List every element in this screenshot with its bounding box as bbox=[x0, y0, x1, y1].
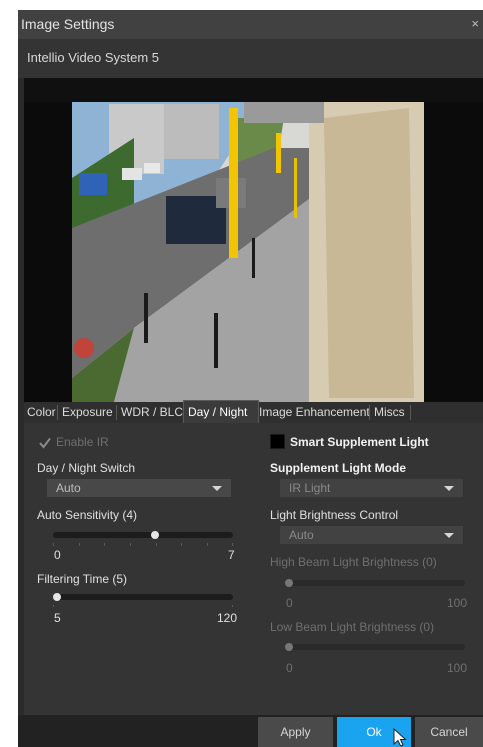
low-beam-min: 0 bbox=[286, 661, 293, 675]
filtering-time-slider[interactable] bbox=[53, 593, 233, 601]
auto-sensitivity-label: Auto Sensitivity (4) bbox=[37, 508, 138, 522]
chevron-down-icon bbox=[212, 486, 222, 491]
filtering-time-thumb[interactable] bbox=[53, 593, 61, 601]
filtering-time-min: 5 bbox=[54, 611, 61, 625]
camera-preview bbox=[24, 78, 483, 407]
day-night-switch-value: Auto bbox=[56, 481, 81, 495]
high-beam-max: 100 bbox=[447, 596, 468, 610]
filtering-time-label: Filtering Time (5) bbox=[37, 572, 128, 586]
tab-color[interactable]: Color bbox=[27, 402, 56, 423]
auto-sensitivity-max: 7 bbox=[228, 548, 235, 562]
supplement-mode-value: IR Light bbox=[289, 481, 331, 495]
tab-exposure[interactable]: Exposure bbox=[62, 402, 113, 423]
supplement-mode-label: Supplement Light Mode bbox=[270, 461, 406, 475]
filtering-time-max: 120 bbox=[217, 611, 238, 625]
auto-sensitivity-ticks bbox=[53, 543, 233, 551]
smart-supplement-label: Smart Supplement Light bbox=[290, 435, 429, 449]
mouse-pointer-icon bbox=[393, 728, 407, 747]
tab-image-enhancement[interactable]: Image Enhancement bbox=[259, 402, 370, 423]
tab-separator bbox=[116, 405, 117, 420]
high-beam-label: High Beam Light Brightness (0) bbox=[270, 555, 437, 569]
cancel-button[interactable]: Cancel bbox=[415, 717, 483, 747]
filtering-time-ticks bbox=[53, 605, 233, 613]
tab-separator bbox=[410, 405, 411, 420]
low-beam-slider[interactable] bbox=[285, 643, 465, 651]
day-night-switch-select[interactable]: Auto bbox=[47, 479, 231, 497]
low-beam-max: 100 bbox=[447, 661, 468, 675]
chevron-down-icon bbox=[444, 486, 454, 491]
tab-miscs[interactable]: Miscs bbox=[374, 402, 405, 423]
tab-separator bbox=[369, 405, 370, 420]
device-header: Intellio Video System 5 bbox=[18, 39, 483, 78]
brightness-control-select[interactable]: Auto bbox=[280, 526, 463, 544]
low-beam-label: Low Beam Light Brightness (0) bbox=[270, 620, 435, 634]
tab-separator bbox=[57, 405, 58, 420]
brightness-control-value: Auto bbox=[289, 528, 314, 542]
tab-wdr-blc[interactable]: WDR / BLC bbox=[121, 402, 183, 423]
enable-ir-label: Enable IR bbox=[56, 435, 109, 449]
title-bar[interactable]: Image Settings × bbox=[18, 10, 483, 39]
tab-day-night[interactable]: Day / Night bbox=[183, 400, 259, 424]
apply-button[interactable]: Apply bbox=[258, 717, 333, 747]
settings-tabs: Color Exposure WDR / BLC Day / Night Ima… bbox=[24, 400, 483, 424]
high-beam-slider[interactable] bbox=[285, 579, 465, 587]
brightness-control-label: Light Brightness Control bbox=[270, 508, 399, 522]
auto-sensitivity-thumb[interactable] bbox=[151, 531, 160, 539]
smart-supplement-checkbox[interactable] bbox=[270, 434, 285, 449]
high-beam-thumb[interactable] bbox=[285, 579, 293, 587]
low-beam-thumb[interactable] bbox=[285, 643, 293, 651]
supplement-mode-select[interactable]: IR Light bbox=[280, 479, 463, 497]
dialog-footer bbox=[18, 715, 483, 747]
chevron-down-icon bbox=[444, 533, 454, 538]
image-settings-dialog: Image Settings × Intellio Video System 5 bbox=[18, 10, 483, 747]
device-name: Intellio Video System 5 bbox=[27, 50, 159, 65]
camera-preview-image bbox=[24, 78, 483, 407]
high-beam-min: 0 bbox=[286, 596, 293, 610]
window-title: Image Settings bbox=[21, 16, 115, 32]
enable-ir-checkbox[interactable] bbox=[39, 437, 51, 449]
auto-sensitivity-min: 0 bbox=[54, 548, 61, 562]
day-night-panel: Enable IR Day / Night Switch Auto Auto S… bbox=[24, 423, 483, 715]
auto-sensitivity-slider[interactable] bbox=[53, 531, 233, 539]
close-icon[interactable]: × bbox=[471, 16, 479, 31]
day-night-switch-label: Day / Night Switch bbox=[37, 461, 136, 475]
